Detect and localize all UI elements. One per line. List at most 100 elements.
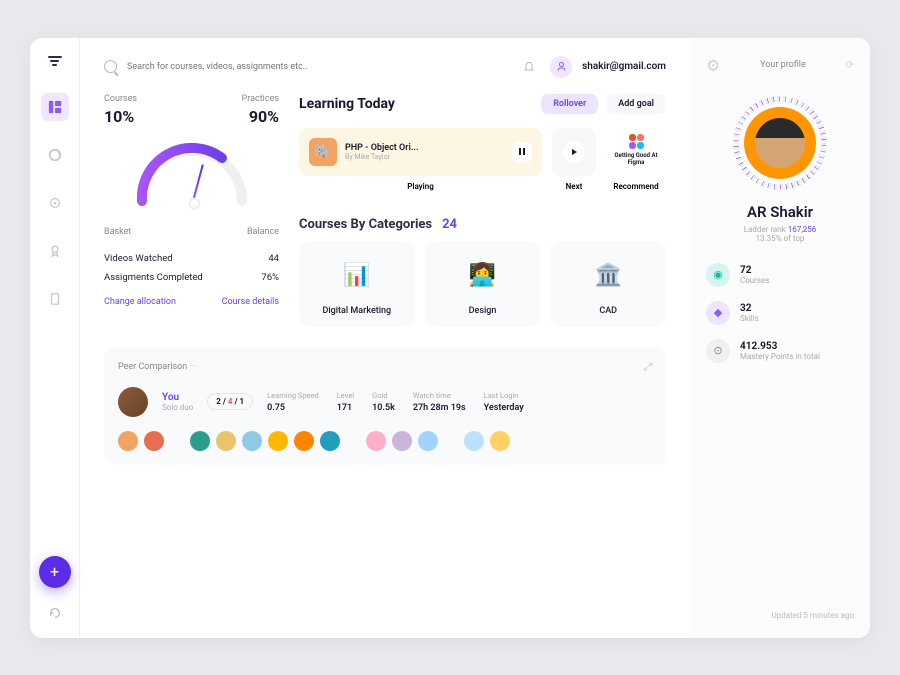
gauge-chart (127, 136, 257, 211)
nav-analytics[interactable] (41, 141, 69, 169)
peer-title: Peer Comparison (118, 362, 197, 372)
you-label: You (162, 392, 193, 403)
playing-title: PHP - Object Ori... (345, 143, 504, 153)
category-name: Digital Marketing (322, 306, 391, 316)
sidebar: + (30, 38, 80, 638)
pstat-label: Gold (372, 391, 395, 400)
profile-stat-value: 412.953 (740, 341, 820, 352)
user-email[interactable]: shakir@gmail.com (582, 61, 666, 72)
pstat-value: 27h 28m 19s (413, 403, 466, 413)
peer-avatar[interactable] (190, 431, 210, 451)
refresh-icon[interactable]: ⟳ (846, 60, 854, 71)
user-avatar-icon[interactable] (550, 56, 572, 78)
gauge-panel: Courses Practices 10% 90% Basket Balance (104, 94, 279, 340)
add-goal-button[interactable]: Add goal (606, 94, 666, 114)
pstat-label: Level (337, 391, 354, 400)
peer-avatar[interactable] (490, 431, 510, 451)
you-sublabel: Solo duo (162, 403, 193, 412)
categories-title: Courses By Categories (299, 217, 432, 232)
peer-avatar[interactable] (242, 431, 262, 451)
updated-timestamp: Updated 5 minutes ago (706, 611, 854, 620)
pause-button[interactable] (512, 142, 532, 162)
record-badge: 2 / 4 / 1 (207, 393, 253, 410)
category-name: Design (469, 306, 497, 316)
profile-stat-label: Courses (740, 276, 769, 285)
next-label: Next (552, 182, 596, 191)
courses-icon: ◉ (706, 263, 730, 287)
settings-icon[interactable]: ⚙ (706, 56, 720, 75)
peer-comparison-panel: Peer Comparison ⤢ You Solo duo 2 / 4 / 1… (104, 348, 666, 465)
add-button[interactable]: + (39, 556, 71, 588)
logo-icon (48, 56, 62, 68)
profile-stat-label: Mastery Points in total (740, 352, 820, 361)
peer-avatar[interactable] (392, 431, 412, 451)
category-illustration: 📊 (309, 252, 405, 300)
categories-count: 24 (442, 217, 457, 232)
peer-avatar[interactable] (294, 431, 314, 451)
category-illustration: 🏛️ (560, 252, 656, 300)
category-card[interactable]: 📊 Digital Marketing (299, 242, 415, 326)
search-icon (104, 60, 117, 73)
reload-icon[interactable] (48, 605, 62, 624)
stat-value: 44 (268, 253, 279, 264)
pstat-value: 0.75 (267, 403, 319, 413)
profile-name: AR Shakir (706, 203, 854, 221)
nav-target[interactable] (41, 189, 69, 217)
play-icon[interactable] (563, 141, 585, 163)
notifications-icon[interactable] (518, 56, 540, 78)
playing-label: Playing (299, 182, 542, 191)
peer-avatar[interactable] (418, 431, 438, 451)
profile-panel: ⚙ Your profile ⟳ AR Shakir Ladder rank 1… (690, 38, 870, 638)
peer-avatar[interactable] (464, 431, 484, 451)
topbar: shakir@gmail.com (104, 56, 666, 78)
category-card[interactable]: 👩‍💻 Design (425, 242, 541, 326)
recommend-card[interactable]: Getting Good At Figma (606, 128, 666, 176)
profile-stat-value: 32 (740, 303, 759, 314)
pstat-label: Learning Speed (267, 391, 319, 400)
category-name: CAD (599, 306, 617, 316)
skills-icon: ◆ (706, 301, 730, 325)
user-avatar (118, 387, 148, 417)
profile-photo (744, 107, 816, 179)
pstat-value: Yesterday (484, 403, 524, 413)
recommend-label: Recommend (606, 182, 666, 191)
pstat-value: 10.5k (372, 403, 395, 413)
peer-avatars (118, 431, 652, 451)
rollover-button[interactable]: Rollover (541, 94, 598, 114)
peer-avatar[interactable] (320, 431, 340, 451)
nav-docs[interactable] (41, 285, 69, 313)
stat-label: Videos Watched (104, 253, 173, 264)
course-details-link[interactable]: Course details (222, 297, 279, 307)
playing-card[interactable]: 🐘 PHP - Object Ori... By Mike Taylor (299, 128, 542, 176)
next-card[interactable] (552, 128, 596, 176)
courses-pct: 10% (104, 107, 134, 126)
expand-icon[interactable]: ⤢ (644, 362, 652, 373)
category-illustration: 👩‍💻 (435, 252, 531, 300)
pstat-value: 171 (337, 403, 354, 413)
stat-label: Assigments Completed (104, 272, 203, 283)
peer-avatar[interactable] (366, 431, 386, 451)
change-allocation-link[interactable]: Change allocation (104, 297, 176, 307)
profile-ring (730, 93, 830, 193)
recommend-title: Getting Good At Figma (606, 152, 666, 166)
peer-avatar[interactable] (216, 431, 236, 451)
nav-badge[interactable] (41, 237, 69, 265)
pstat-label: Last Login (484, 391, 524, 400)
courses-label: Courses (104, 94, 137, 104)
main-content: shakir@gmail.com Courses Practices 10% 9… (80, 38, 690, 638)
profile-stat-value: 72 (740, 265, 769, 276)
category-card[interactable]: 🏛️ CAD (550, 242, 666, 326)
stat-value: 76% (261, 272, 279, 283)
practices-pct: 90% (249, 107, 279, 126)
ladder-rank: Ladder rank 167,256 (706, 225, 854, 234)
pstat-label: Watch time (413, 391, 466, 400)
top-percent: 13.35% of top (706, 234, 854, 243)
search-input[interactable] (127, 62, 508, 72)
balance-label: Balance (247, 227, 279, 237)
figma-icon (629, 134, 644, 149)
peer-avatar[interactable] (268, 431, 288, 451)
playing-author: By Mike Taylor (345, 153, 504, 161)
peer-avatar[interactable] (144, 431, 164, 451)
peer-avatar[interactable] (118, 431, 138, 451)
nav-dashboard[interactable] (41, 93, 69, 121)
